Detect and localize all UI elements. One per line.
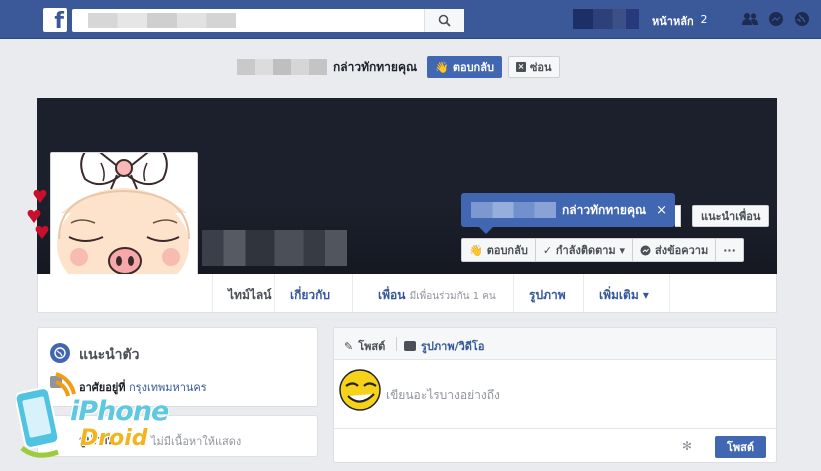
- hidden-button-edge[interactable]: [675, 205, 681, 227]
- messenger-icon[interactable]: [767, 10, 785, 28]
- home-badge: 2: [697, 11, 711, 28]
- mutual-friends-count: มีเพื่อนร่วมกัน 1 คน: [409, 291, 496, 302]
- message-button[interactable]: ส่งข้อความ: [633, 239, 717, 261]
- following-button[interactable]: ✓ กำลังติดตาม ▾: [536, 239, 634, 261]
- close-box-icon: ×: [515, 62, 526, 72]
- greeting-text: กล่าวทักทายคุณ: [333, 59, 418, 74]
- home-link[interactable]: หน้าหลัก: [652, 12, 694, 30]
- greeting-strip: กล่าวทักทายคุณ 👋 ตอบกลับ × ซ่อน: [237, 56, 560, 78]
- composer-tab-photo[interactable]: รูปภาพ/วิดีโอ: [404, 337, 484, 355]
- tab-timeline[interactable]: ไทม์ไลน์: [228, 286, 271, 312]
- notifications-globe-icon[interactable]: [793, 10, 811, 28]
- camera-icon: [404, 341, 416, 351]
- tab-photos[interactable]: รูปภาพ: [529, 286, 566, 312]
- wave-icon: 👋: [469, 243, 483, 257]
- close-icon[interactable]: ×: [656, 203, 667, 218]
- tooltip-text: กล่าวทักทายคุณ: [562, 202, 647, 217]
- profile-name-blurred[interactable]: [202, 230, 347, 266]
- profile-action-bar: 👋 ตอบกลับ ✓ กำลังติดตาม ▾ ส่งข้อความ ···: [461, 238, 744, 262]
- hide-label: ซ่อน: [529, 61, 552, 74]
- top-bar: f หน้าหลัก 2: [0, 0, 821, 39]
- profile-tabs: ไทม์ไลน์ เกี่ยวกับ เพื่อน มีเพื่อนร่วมกั…: [37, 274, 777, 313]
- user-avatar-emoji: [339, 369, 381, 411]
- watermark-line2: Droid: [80, 426, 148, 451]
- watermark-line1: iPhone: [70, 396, 169, 427]
- composer-tab-photo-label: รูปภาพ/วิดีโอ: [421, 340, 485, 353]
- greeter-name-blurred: [237, 59, 327, 75]
- reply-label: ตอบกลับ: [486, 244, 528, 257]
- gear-icon[interactable]: ✻: [682, 439, 692, 453]
- tab-more[interactable]: เพิ่มเติม ▾: [599, 286, 649, 312]
- friend-requests-icon[interactable]: [741, 10, 759, 28]
- composer-tabs: ✎ โพสต์ รูปภาพ/วิดีโอ: [334, 328, 776, 360]
- greeting-tooltip: กล่าวทักทายคุณ ×: [461, 193, 675, 234]
- composer-tab-post[interactable]: ✎ โพสต์: [344, 337, 385, 355]
- search-input[interactable]: [72, 9, 464, 32]
- hide-button[interactable]: × ซ่อน: [507, 56, 560, 78]
- composer-tab-post-label: โพสต์: [358, 340, 386, 353]
- globe-icon: [50, 343, 70, 363]
- tab-friends-label: เพื่อน: [378, 288, 406, 302]
- message-label: ส่งข้อความ: [655, 244, 709, 257]
- intro-title: แนะนำตัว: [79, 347, 140, 363]
- pencil-icon: ✎: [344, 339, 354, 353]
- reply-wave-button[interactable]: 👋 ตอบกลับ: [427, 56, 502, 78]
- tab-about[interactable]: เกี่ยวกับ: [290, 286, 330, 312]
- iphonedroid-watermark: iPhone Droid: [12, 368, 172, 468]
- search-query-blurred: [88, 13, 236, 28]
- tooltip-name-blurred: [471, 202, 556, 218]
- profile-link-blurred[interactable]: [573, 9, 639, 29]
- facebook-logo[interactable]: f: [43, 8, 67, 32]
- composer-footer: ✻ โพสต์: [334, 428, 776, 462]
- reply-button[interactable]: 👋 ตอบกลับ: [462, 239, 536, 261]
- more-options-button[interactable]: ···: [716, 239, 743, 261]
- post-button[interactable]: โพสต์: [714, 436, 766, 458]
- search-icon[interactable]: [424, 9, 464, 32]
- wave-icon: 👋: [435, 60, 449, 74]
- phone-wifi-logo-icon: [16, 372, 76, 458]
- tab-friends[interactable]: เพื่อน มีเพื่อนร่วมกัน 1 คน: [378, 286, 496, 312]
- composer-input[interactable]: เขียนอะไรบางอย่างถึง: [386, 386, 500, 405]
- messenger-icon: [640, 245, 651, 255]
- post-composer: ✎ โพสต์ รูปภาพ/วิดีโอ เขียนอะไรบางอย่างถ…: [333, 327, 777, 463]
- reply-label: ตอบกลับ: [452, 61, 494, 74]
- suggest-friend-button[interactable]: แนะนำเพื่อน: [692, 205, 770, 227]
- hearts-decoration: [27, 189, 49, 239]
